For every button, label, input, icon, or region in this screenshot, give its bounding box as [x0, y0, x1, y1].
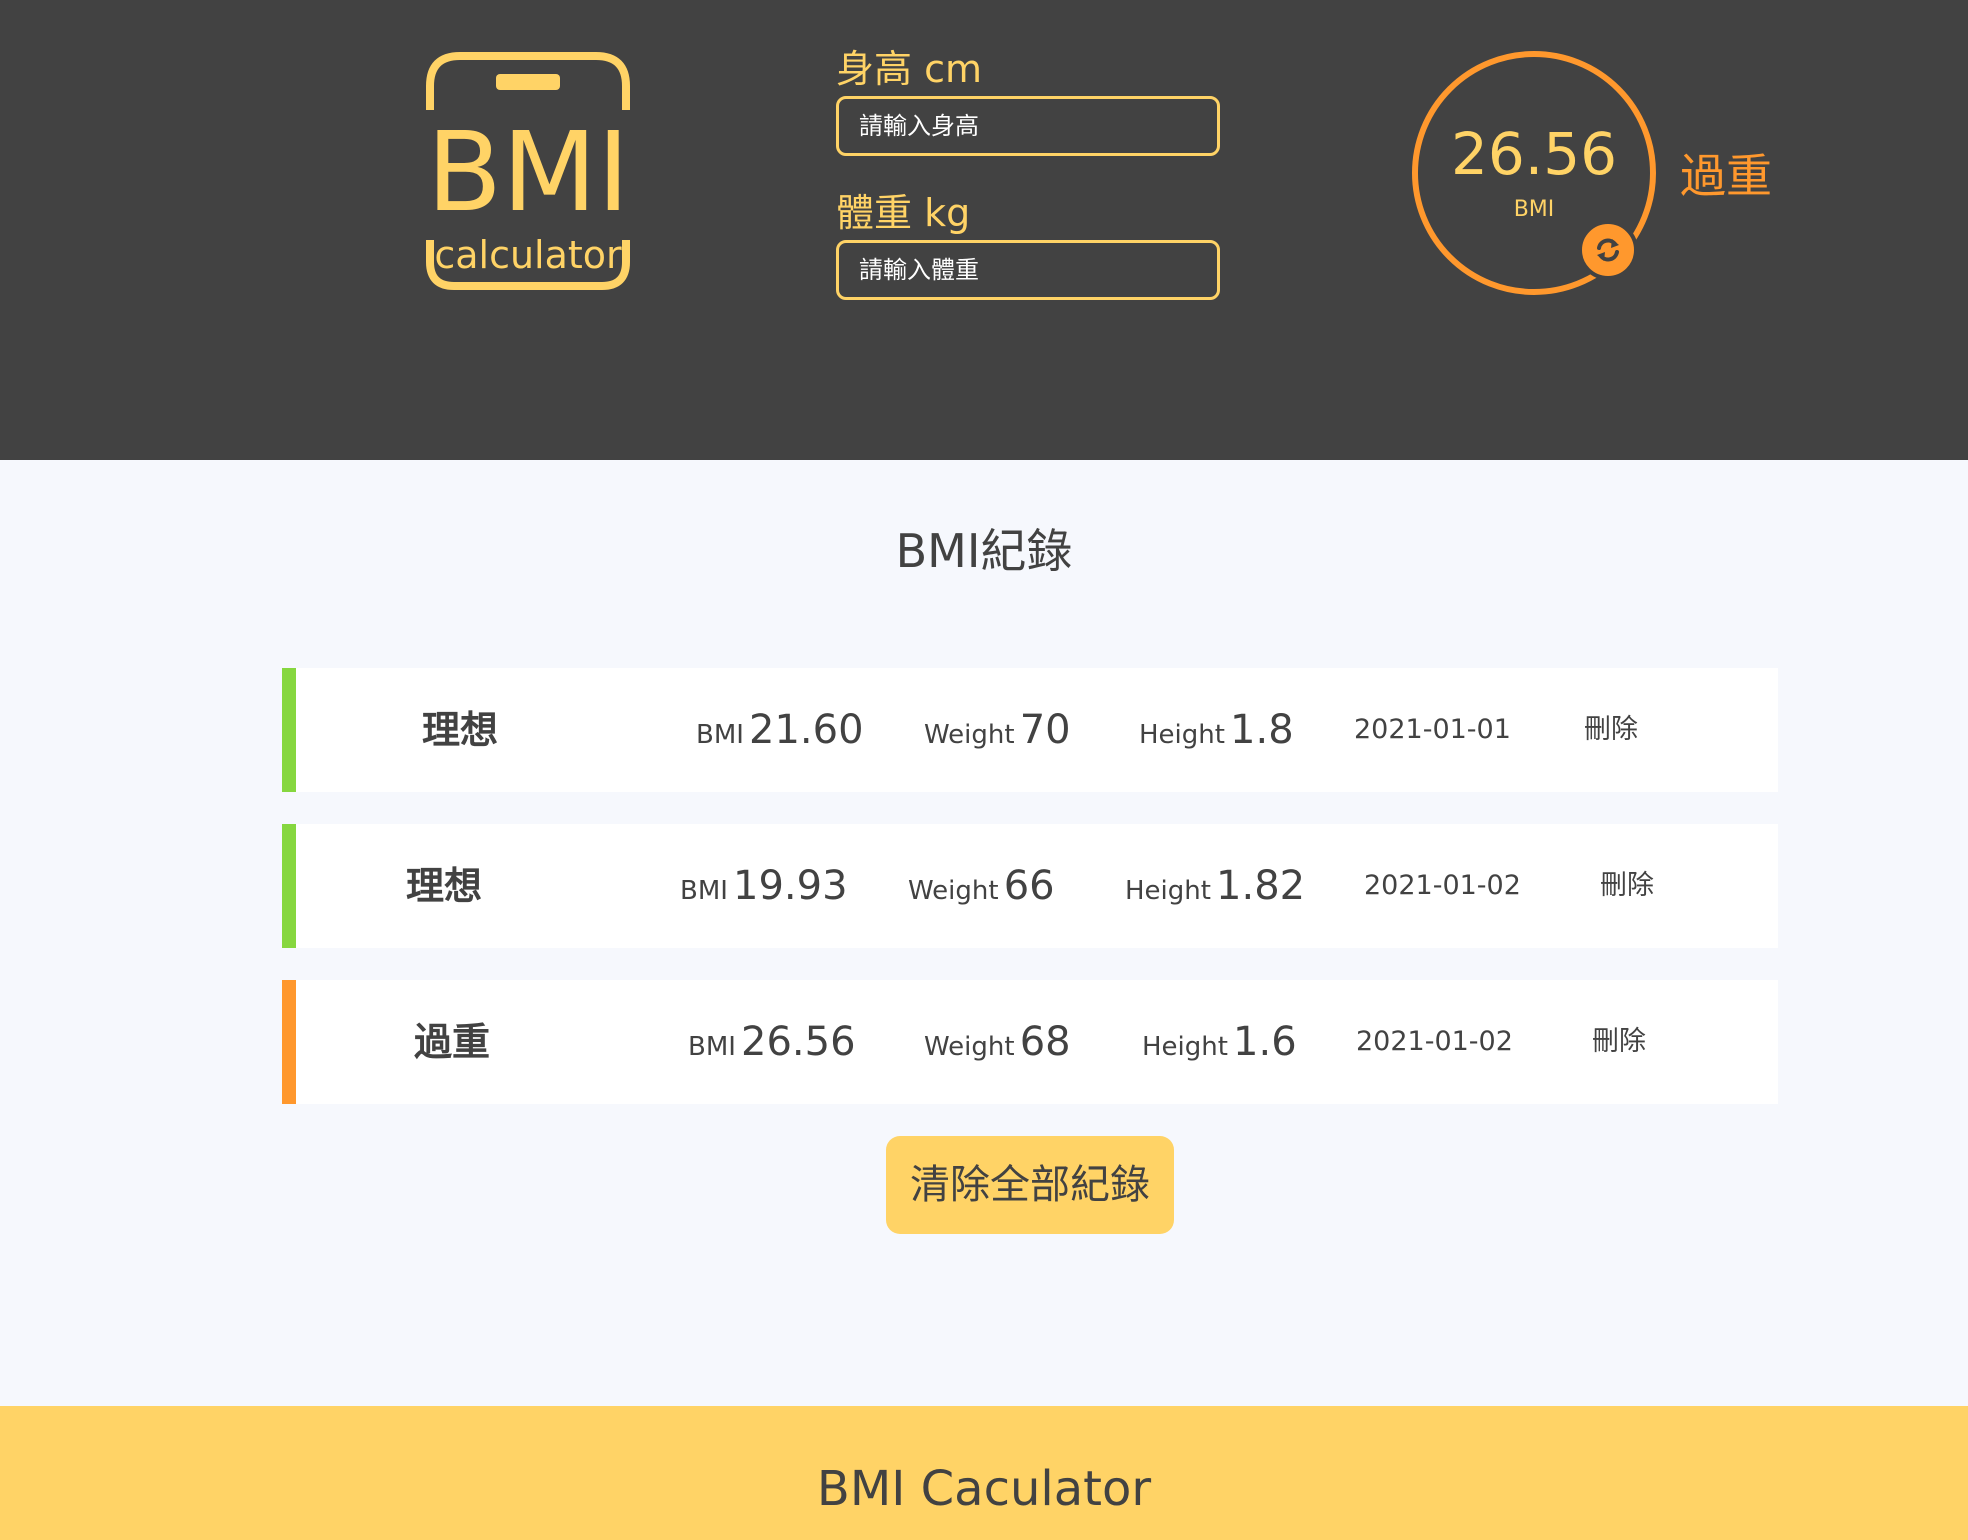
status-color-bar [282, 824, 296, 948]
record-date: 2021-01-02 [1356, 1026, 1513, 1057]
record-row: 理想 BMI 19.93 Weight 66 Height 1.82 2021-… [282, 824, 1778, 948]
status-color-bar [282, 980, 296, 1104]
record-row: 理想 BMI 21.60 Weight 70 Height 1.8 2021-0… [282, 668, 1778, 792]
delete-button[interactable]: 刪除 [1584, 668, 1638, 792]
record-status: 過重 [414, 1020, 491, 1064]
result-bmi-value: 26.56 [1450, 120, 1618, 188]
clear-all-button[interactable]: 清除全部紀錄 [886, 1136, 1174, 1234]
height-value: 1.6 [1233, 1019, 1297, 1065]
refresh-button[interactable] [1578, 220, 1638, 280]
record-weight: Weight 70 [924, 668, 1071, 792]
weight-input[interactable] [836, 240, 1220, 300]
height-label: 身高 cm [836, 47, 982, 91]
weight-value: 68 [1019, 1019, 1071, 1065]
record-status: 理想 [422, 708, 499, 752]
records-title: BMI紀錄 [895, 524, 1073, 578]
height-input[interactable] [836, 96, 1220, 156]
record-bmi: BMI 26.56 [688, 980, 856, 1104]
record-height: Height 1.6 [1142, 980, 1297, 1104]
weight-label: Weight [924, 720, 1015, 750]
bmi-label: BMI [696, 720, 744, 750]
bmi-label: BMI [688, 1032, 736, 1062]
height-value: 1.8 [1230, 707, 1294, 753]
record-bmi: BMI 21.60 [696, 668, 864, 792]
record-bmi: BMI 19.93 [680, 824, 848, 948]
weight-label: Weight [924, 1032, 1015, 1062]
record-height: Height 1.82 [1125, 824, 1305, 948]
record-row: 過重 BMI 26.56 Weight 68 Height 1.6 2021-0… [282, 980, 1778, 1104]
record-status: 理想 [406, 864, 483, 908]
height-label: Height [1139, 720, 1225, 750]
weight-label: Weight [908, 876, 999, 906]
result-unit: BMI [1513, 197, 1555, 222]
bmi-value: 19.93 [733, 863, 848, 909]
record-date: 2021-01-01 [1354, 714, 1511, 745]
bmi-value: 26.56 [741, 1019, 856, 1065]
refresh-icon [1597, 238, 1619, 262]
height-label: Height [1125, 876, 1211, 906]
logo-main-text: BMI [427, 108, 630, 236]
height-label: Height [1142, 1032, 1228, 1062]
record-height: Height 1.8 [1139, 668, 1294, 792]
footer-title: BMI Caculator [816, 1461, 1152, 1517]
header: BMI calculator 身高 cm 體重 kg 26.56 BMI 過重 [0, 0, 1968, 460]
record-weight: Weight 68 [924, 980, 1071, 1104]
bmi-value: 21.60 [749, 707, 864, 753]
result-status: 過重 [1680, 149, 1772, 203]
weight-value: 70 [1019, 707, 1071, 753]
footer: BMI Caculator [0, 1406, 1968, 1540]
status-color-bar [282, 668, 296, 792]
bmi-label: BMI [680, 876, 728, 906]
record-date: 2021-01-02 [1364, 870, 1521, 901]
weight-value: 66 [1003, 863, 1055, 909]
bmi-logo: BMI calculator [426, 52, 630, 290]
record-weight: Weight 66 [908, 824, 1055, 948]
weight-label: 體重 kg [836, 191, 971, 235]
delete-button[interactable]: 刪除 [1592, 980, 1646, 1104]
logo-sub-text: calculator [434, 233, 622, 277]
height-value: 1.82 [1216, 863, 1306, 909]
delete-button[interactable]: 刪除 [1600, 824, 1654, 948]
